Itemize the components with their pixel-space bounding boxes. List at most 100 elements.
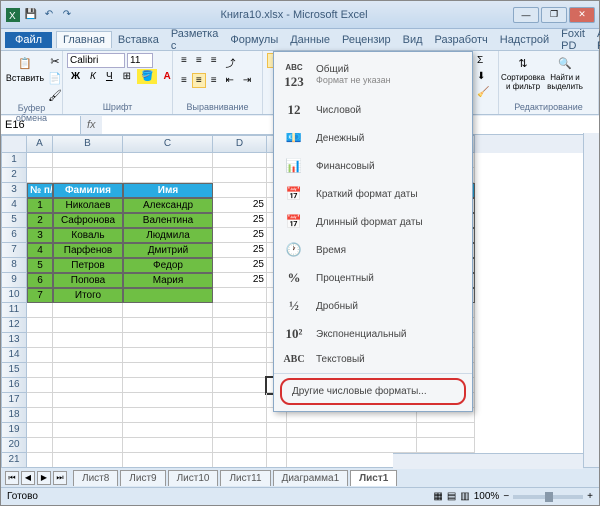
indent-inc-button[interactable]: ⇥ — [239, 73, 255, 88]
cell[interactable]: Александр — [123, 198, 213, 213]
fill-button[interactable]: ⬇ — [473, 69, 489, 84]
cell[interactable]: Коваль — [53, 228, 123, 243]
align-bot-button[interactable]: ≡ — [207, 53, 221, 72]
vertical-scrollbar[interactable] — [583, 133, 599, 467]
cell[interactable] — [123, 453, 213, 468]
row-header[interactable]: 18 — [1, 408, 27, 423]
cell[interactable] — [53, 453, 123, 468]
cell[interactable] — [123, 363, 213, 378]
sheet-tab[interactable]: Лист9 — [120, 470, 165, 486]
sheet-nav-first[interactable]: ⏮ — [5, 471, 19, 485]
cell[interactable]: 25 — [213, 198, 267, 213]
cell[interactable] — [53, 363, 123, 378]
cell[interactable] — [213, 318, 267, 333]
cell[interactable] — [123, 168, 213, 183]
row-header[interactable]: 3 — [1, 183, 27, 198]
redo-icon[interactable]: ↷ — [59, 7, 75, 23]
format-scientific[interactable]: 10²Экспоненциальный — [274, 320, 472, 348]
view-normal-icon[interactable]: ▦ — [433, 491, 442, 502]
tab-formulas[interactable]: Формулы — [224, 32, 284, 48]
format-painter-icon[interactable]: 🖌 — [47, 87, 63, 103]
tab-insert[interactable]: Вставка — [112, 32, 165, 48]
indent-dec-button[interactable]: ⇤ — [222, 73, 238, 88]
paste-button[interactable]: 📋 Вставить — [5, 53, 45, 85]
cell[interactable] — [123, 408, 213, 423]
col-header[interactable]: A — [27, 135, 53, 153]
format-number[interactable]: 12Числовой — [274, 96, 472, 124]
align-top-button[interactable]: ≡ — [177, 53, 191, 72]
cell[interactable] — [27, 168, 53, 183]
cell[interactable] — [213, 333, 267, 348]
cell[interactable] — [213, 288, 267, 303]
cell[interactable] — [213, 438, 267, 453]
select-all-button[interactable] — [1, 135, 27, 153]
file-tab[interactable]: Файл — [5, 32, 52, 48]
format-percent[interactable]: %Процентный — [274, 264, 472, 292]
cell[interactable] — [27, 333, 53, 348]
row-header[interactable]: 12 — [1, 318, 27, 333]
cell[interactable] — [213, 303, 267, 318]
cell[interactable] — [123, 333, 213, 348]
format-text[interactable]: ABCТекстовый — [274, 348, 472, 371]
cell[interactable] — [123, 318, 213, 333]
cell[interactable] — [27, 408, 53, 423]
fill-color-button[interactable]: 🪣 — [137, 69, 157, 84]
row-header[interactable]: 13 — [1, 333, 27, 348]
cell[interactable]: 3 — [27, 228, 53, 243]
cell[interactable] — [213, 378, 267, 393]
cell[interactable] — [53, 438, 123, 453]
cell[interactable] — [27, 348, 53, 363]
align-mid-button[interactable]: ≡ — [192, 53, 206, 72]
tab-view[interactable]: Вид — [397, 32, 429, 48]
tab-review[interactable]: Рецензир — [336, 32, 397, 48]
cell[interactable]: Итого — [53, 288, 123, 303]
cell[interactable] — [27, 453, 53, 468]
cell[interactable]: 5 — [27, 258, 53, 273]
cell[interactable] — [53, 318, 123, 333]
cell[interactable] — [213, 423, 267, 438]
minimize-button[interactable]: ― — [513, 7, 539, 23]
underline-button[interactable]: Ч — [102, 69, 117, 84]
format-general[interactable]: ABC123 ОбщийФормат не указан — [274, 52, 472, 96]
tab-home[interactable]: Главная — [56, 31, 112, 48]
font-name-select[interactable]: Calibri — [67, 53, 125, 68]
tab-data[interactable]: Данные — [284, 32, 336, 48]
tab-layout[interactable]: Разметка с — [165, 26, 225, 54]
cell[interactable] — [123, 423, 213, 438]
col-header[interactable]: B — [53, 135, 123, 153]
cell[interactable] — [27, 393, 53, 408]
cell[interactable] — [123, 378, 213, 393]
close-button[interactable]: ✕ — [569, 7, 595, 23]
format-currency[interactable]: 💶Денежный — [274, 124, 472, 152]
cell[interactable]: Имя — [123, 183, 213, 198]
cell[interactable]: Сафронова — [53, 213, 123, 228]
cell[interactable] — [27, 318, 53, 333]
cell[interactable]: 4 — [27, 243, 53, 258]
cell[interactable] — [53, 333, 123, 348]
cell[interactable] — [213, 153, 267, 168]
cell[interactable] — [123, 348, 213, 363]
cell[interactable] — [287, 438, 417, 453]
sheet-nav-last[interactable]: ⏭ — [53, 471, 67, 485]
row-header[interactable]: 15 — [1, 363, 27, 378]
cell[interactable]: Валентина — [123, 213, 213, 228]
cell[interactable]: Дмитрий — [123, 243, 213, 258]
cell[interactable] — [53, 378, 123, 393]
row-header[interactable]: 17 — [1, 393, 27, 408]
cell[interactable]: 25 — [213, 273, 267, 288]
row-header[interactable]: 8 — [1, 258, 27, 273]
cell[interactable]: 2 — [27, 213, 53, 228]
cell[interactable] — [123, 153, 213, 168]
align-center-button[interactable]: ≡ — [192, 73, 206, 88]
zoom-out-button[interactable]: − — [503, 491, 509, 502]
align-right-button[interactable]: ≡ — [207, 73, 221, 88]
row-header[interactable]: 10 — [1, 288, 27, 303]
cell[interactable]: Фамилия — [53, 183, 123, 198]
format-more[interactable]: Другие числовые форматы... — [280, 378, 466, 405]
cell[interactable]: Федор — [123, 258, 213, 273]
format-time[interactable]: 🕐Время — [274, 236, 472, 264]
cell[interactable] — [213, 453, 267, 468]
row-header[interactable]: 20 — [1, 438, 27, 453]
row-header[interactable]: 9 — [1, 273, 27, 288]
tab-developer[interactable]: Разработч — [429, 32, 494, 48]
